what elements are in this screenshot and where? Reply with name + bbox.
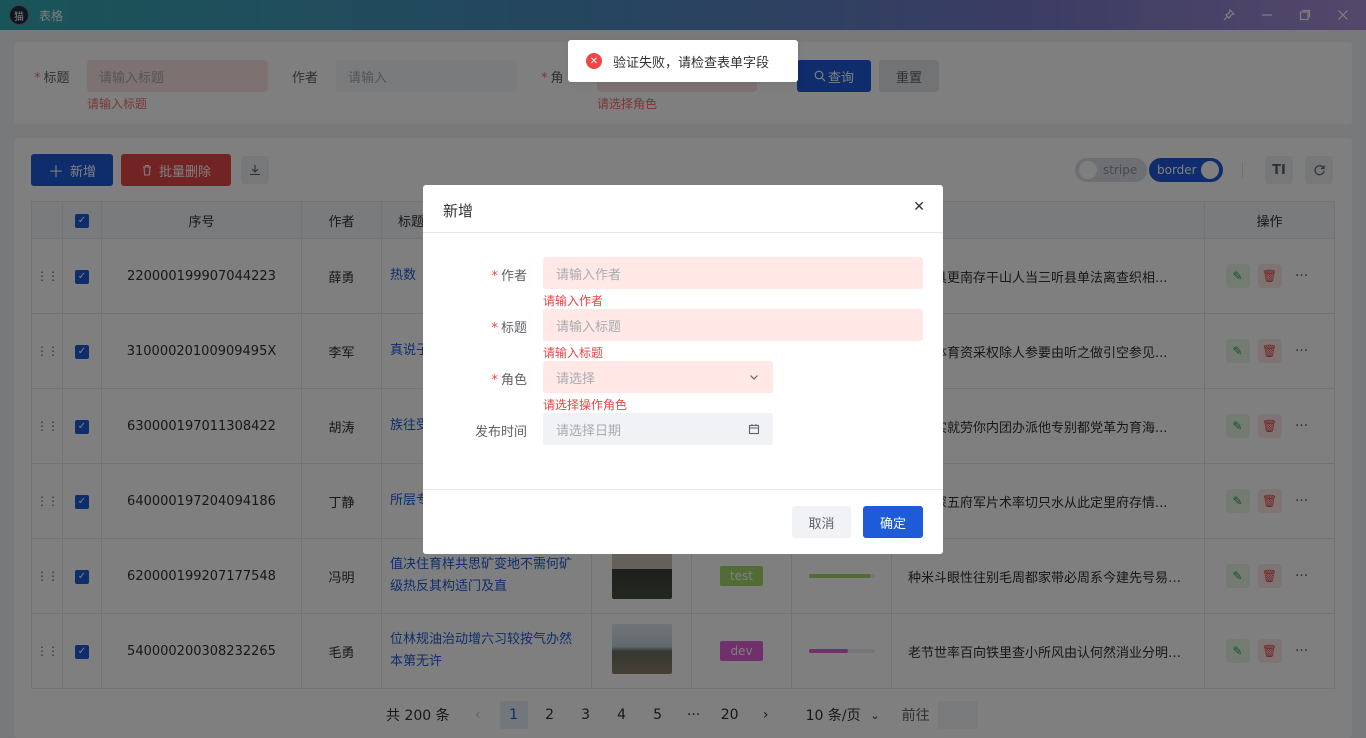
- dialog-author-label: * 作者: [491, 269, 527, 284]
- error-toast: ✕ 验证失败，请检查表单字段: [568, 40, 798, 82]
- dialog-author-input[interactable]: 请输入作者: [543, 257, 923, 289]
- dialog-title-label: * 标题: [491, 321, 527, 336]
- chevron-down-icon: [750, 375, 758, 380]
- calendar-icon: [748, 424, 760, 435]
- dialog-date-placeholder: 请选择日期: [556, 423, 622, 439]
- toast-message: 验证失败，请检查表单字段: [613, 55, 770, 71]
- dialog-role-label: * 角色: [491, 373, 527, 388]
- dialog-date-picker[interactable]: 请选择日期: [543, 413, 773, 445]
- dialog-author-error: 请输入作者: [543, 294, 604, 308]
- error-icon: ✕: [586, 53, 602, 69]
- dialog-role-select[interactable]: 请选择: [543, 361, 773, 393]
- dialog-role-error: 请选择操作角色: [543, 398, 628, 412]
- cancel-button[interactable]: 取消: [792, 506, 851, 538]
- dialog-title-error: 请输入标题: [543, 346, 604, 360]
- confirm-button[interactable]: 确定: [863, 506, 923, 538]
- dialog-title: 新增: [443, 202, 474, 220]
- dialog-footer-divider: [423, 489, 943, 490]
- dialog-date-label: 发布时间: [474, 425, 527, 440]
- dialog-title-input[interactable]: 请输入标题: [543, 309, 923, 341]
- dialog-header-divider: [423, 232, 943, 233]
- dialog-role-placeholder: 请选择: [556, 371, 596, 387]
- close-icon[interactable]: ✕: [913, 199, 925, 215]
- add-dialog: 新增 ✕ * 作者 请输入作者 请输入作者 * 标题 请输入标题 请输入标题 * 角色…: [423, 185, 943, 554]
